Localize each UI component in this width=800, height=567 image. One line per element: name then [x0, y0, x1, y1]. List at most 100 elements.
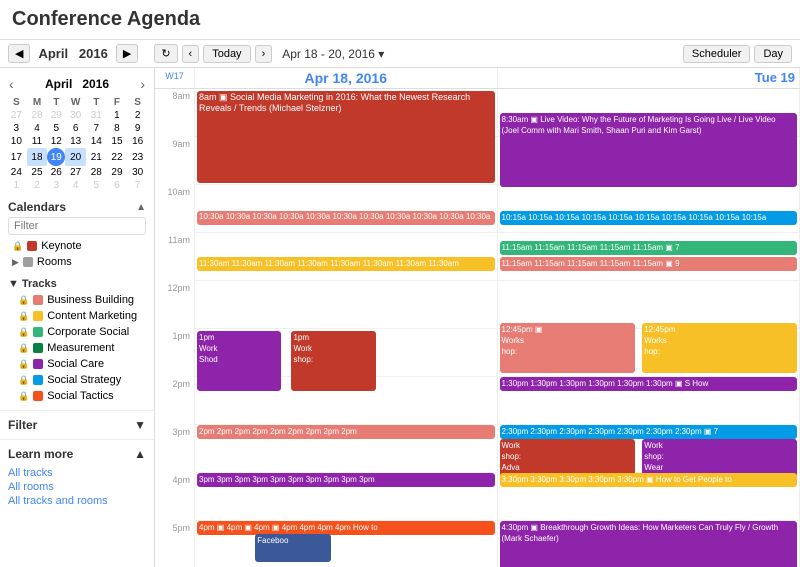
date2-label: Tue 19 [502, 70, 796, 85]
track-corporate-social[interactable]: 🔒 Corporate Social [8, 324, 146, 340]
cal-day[interactable]: 23 [127, 148, 148, 166]
cal-day[interactable]: 27 [6, 109, 27, 122]
cal-day[interactable]: 15 [107, 135, 128, 148]
track-social-care[interactable]: 🔒 Social Care [8, 356, 146, 372]
mini-cal-title: April 2016 [45, 77, 109, 91]
event-2pm-row[interactable]: 2pm 2pm 2pm 2pm 2pm 2pm 2pm 2pm 2pm [197, 425, 495, 439]
cal-day[interactable]: 28 [27, 109, 48, 122]
cal-day[interactable]: 28 [86, 166, 107, 179]
calendars-toggle[interactable]: Calendars ▲ [8, 200, 146, 214]
prev-range-btn[interactable]: ‹ [182, 45, 200, 63]
cal-day[interactable]: 22 [107, 148, 128, 166]
cal-day-19-today[interactable]: 19 [47, 148, 65, 166]
event-230-row[interactable]: 2:30pm 2:30pm 2:30pm 2:30pm 2:30pm 2:30p… [500, 425, 798, 439]
cal-day[interactable]: 30 [127, 166, 148, 179]
cal-day[interactable]: 6 [65, 122, 86, 135]
calendars-label: Calendars [8, 200, 66, 214]
cal-day[interactable]: 3 [6, 122, 27, 135]
event-330-row[interactable]: 3:30pm 3:30pm 3:30pm 3:30pm 3:30pm ▣ How… [500, 473, 798, 487]
event-130-row[interactable]: 1:30pm 1:30pm 1:30pm 1:30pm 1:30pm 1:30p… [500, 377, 798, 391]
event-1115-row1[interactable]: 11:15am 11:15am 11:15am 11:15am 11:15am … [500, 241, 798, 255]
cal-day-20[interactable]: 20 [65, 148, 86, 166]
track-color-business [33, 295, 43, 305]
cal-day[interactable]: 17 [6, 148, 27, 166]
cal-day[interactable]: 14 [86, 135, 107, 148]
cal-day[interactable]: 21 [86, 148, 107, 166]
track-social-strategy[interactable]: 🔒 Social Strategy [8, 372, 146, 388]
event-label: 3:30pm 3:30pm 3:30pm 3:30pm 3:30pm ▣ How… [502, 475, 732, 484]
event-1pm-workshop[interactable]: 1pmWorkShod [197, 331, 281, 391]
event-facebook[interactable]: Faceboo [255, 534, 330, 562]
day-btn[interactable]: Day [754, 45, 792, 63]
cal-day[interactable]: 3 [47, 179, 65, 192]
event-4pm-row[interactable]: 4pm ▣ 4pm ▣ 4pm ▣ 4pm 4pm 4pm 4pm How to [197, 521, 495, 535]
cal-day[interactable]: 7 [127, 179, 148, 192]
cal-day[interactable]: 9 [127, 122, 148, 135]
cal-day[interactable]: 1 [107, 109, 128, 122]
cal-day[interactable]: 13 [65, 135, 86, 148]
cal-day[interactable]: 5 [47, 122, 65, 135]
tracks-toggle[interactable]: ▼ Tracks [8, 276, 146, 292]
cal-day[interactable]: 6 [107, 179, 128, 192]
learn-more-toggle[interactable]: Learn more ▲ [8, 444, 146, 464]
next-range-btn[interactable]: › [255, 45, 273, 63]
date-range-display[interactable]: Apr 18 - 20, 2016 ▾ [282, 47, 384, 61]
cal-day[interactable]: 24 [6, 166, 27, 179]
page-title: Conference Agenda [0, 0, 800, 40]
next-week-btn[interactable]: ▶ [116, 44, 138, 63]
event-1115-row2[interactable]: 11:15am 11:15am 11:15am 11:15am 11:15am … [500, 257, 798, 271]
event-live-video[interactable]: 8:30am ▣ Live Video: Why the Future of M… [500, 113, 798, 187]
event-430-breakthrough[interactable]: 4:30pm ▣ Breakthrough Growth Ideas: How … [500, 521, 798, 567]
cal-day[interactable]: 4 [27, 122, 48, 135]
calendar-filter-input[interactable] [8, 217, 146, 235]
cal-day[interactable]: 5 [86, 179, 107, 192]
cal-day[interactable]: 11 [27, 135, 48, 148]
today-btn[interactable]: Today [203, 45, 250, 63]
event-social-media-marketing[interactable]: 8am ▣ Social Media Marketing in 2016: Wh… [197, 91, 495, 183]
cal-day[interactable]: 4 [65, 179, 86, 192]
cal-day[interactable]: 12 [47, 135, 65, 148]
event-1245-workshop1[interactable]: 12:45pm ▣Workshop: [500, 323, 636, 373]
event-3pm-row[interactable]: 3pm 3pm 3pm 3pm 3pm 3pm 3pm 3pm 3pm 3pm [197, 473, 495, 487]
cal-day-18[interactable]: 18 [27, 148, 48, 166]
cal-day[interactable]: 8 [107, 122, 128, 135]
cal-day[interactable]: 30 [65, 109, 86, 122]
track-label-tact: Social Tactics [47, 390, 113, 402]
cal-day[interactable]: 2 [127, 109, 148, 122]
cal-day[interactable]: 26 [47, 166, 65, 179]
all-rooms-link[interactable]: All rooms [8, 480, 146, 494]
cal-day[interactable]: 10 [6, 135, 27, 148]
cal-day[interactable]: 1 [6, 179, 27, 192]
cal-day[interactable]: 25 [27, 166, 48, 179]
cal-day[interactable]: 27 [65, 166, 86, 179]
filter-toggle[interactable]: Filter ▼ [8, 415, 146, 435]
track-social-tactics[interactable]: 🔒 Social Tactics [8, 388, 146, 404]
mini-cal-prev[interactable]: ‹ [6, 76, 17, 92]
event-label: 1:30pm 1:30pm 1:30pm 1:30pm 1:30pm 1:30p… [502, 379, 709, 388]
track-measurement[interactable]: 🔒 Measurement [8, 340, 146, 356]
cal-day[interactable]: 31 [86, 109, 107, 122]
refresh-btn[interactable]: ↻ [154, 44, 177, 63]
all-tracks-rooms-link[interactable]: All tracks and rooms [8, 494, 146, 508]
keynote-calendar-item[interactable]: 🔒 Keynote [8, 238, 146, 254]
rooms-calendar-item[interactable]: ▶ Rooms [8, 254, 146, 270]
track-color-meas [33, 343, 43, 353]
cal-day[interactable]: 2 [27, 179, 48, 192]
cal-day[interactable]: 7 [86, 122, 107, 135]
event-1030-row[interactable]: 10:30a 10:30a 10:30a 10:30a 10:30a 10:30… [197, 211, 495, 225]
event-1245-workshop2[interactable]: 12:45pmWorkshop: [642, 323, 797, 373]
track-content-marketing[interactable]: 🔒 Content Marketing [8, 308, 146, 324]
track-business-building[interactable]: 🔒 Business Building [8, 292, 146, 308]
mini-cal-next[interactable]: › [137, 76, 148, 92]
cal-day[interactable]: 29 [47, 109, 65, 122]
lock-icon: 🔒 [12, 241, 23, 252]
all-tracks-link[interactable]: All tracks [8, 466, 146, 480]
tracks-expand-icon: ▼ [8, 278, 19, 290]
scheduler-btn[interactable]: Scheduler [683, 45, 751, 63]
cal-day[interactable]: 16 [127, 135, 148, 148]
cal-day[interactable]: 29 [107, 166, 128, 179]
event-1130-row[interactable]: 11:30am 11:30am 11:30am 11:30am 11:30am … [197, 257, 495, 271]
event-1015-row[interactable]: 10:15a 10:15a 10:15a 10:15a 10:15a 10:15… [500, 211, 798, 225]
event-1pm-workshop2[interactable]: 1pmWorkshop: [291, 331, 375, 391]
prev-week-btn[interactable]: ◀ [8, 44, 30, 63]
